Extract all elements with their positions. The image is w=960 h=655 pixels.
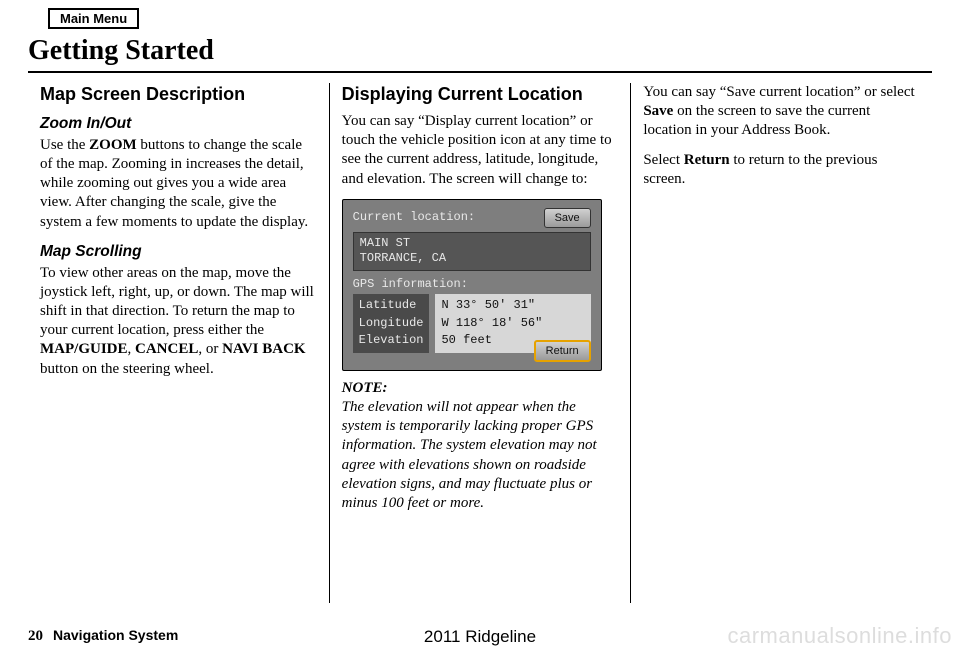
- displaying-current-location-heading: Displaying Current Location: [342, 83, 619, 106]
- model-label: 2011 Ridgeline: [424, 627, 536, 647]
- scroll-paragraph: To view other areas on the map, move the…: [40, 264, 317, 379]
- map-guide-bold: MAP/GUIDE: [40, 341, 128, 357]
- text: button on the steering wheel.: [40, 361, 214, 377]
- text: , or: [198, 341, 222, 357]
- navi-back-bold: NAVI BACK: [222, 341, 306, 357]
- text: ,: [128, 341, 136, 357]
- column-3: You can say “Save current location” or s…: [630, 83, 932, 603]
- address-line-1: MAIN ST: [360, 236, 584, 252]
- return-paragraph: Select Return to return to the previous …: [643, 151, 920, 189]
- columns: Map Screen Description Zoom In/Out Use t…: [28, 83, 932, 603]
- current-location-label: Current location:: [353, 210, 475, 225]
- text: on the screen to save the current locati…: [643, 103, 870, 138]
- longitude-label: Longitude: [359, 315, 424, 332]
- save-bold: Save: [643, 103, 673, 119]
- map-screen-description-heading: Map Screen Description: [40, 83, 317, 106]
- longitude-value: W 118° 18' 56": [441, 315, 584, 332]
- system-label: Navigation System: [53, 627, 178, 643]
- address-panel: MAIN ST TORRANCE, CA: [353, 232, 591, 271]
- page-number: 20: [28, 628, 43, 645]
- note-label: NOTE:: [342, 379, 619, 398]
- title-rule: [28, 71, 932, 73]
- return-button[interactable]: Return: [534, 340, 591, 362]
- note-body: The elevation will not appear when the s…: [342, 398, 619, 513]
- scroll-heading: Map Scrolling: [40, 242, 317, 262]
- return-bold: Return: [684, 152, 730, 168]
- save-paragraph: You can say “Save current location” or s…: [643, 83, 920, 141]
- text: To view other areas on the map, move the…: [40, 265, 314, 339]
- zoom-heading: Zoom In/Out: [40, 114, 317, 134]
- page: Main Menu Getting Started Map Screen Des…: [0, 0, 960, 655]
- elevation-label: Elevation: [359, 332, 424, 349]
- latitude-value: N 33° 50' 31": [441, 297, 584, 314]
- text: Use the: [40, 137, 89, 153]
- gps-information-label: GPS information:: [353, 277, 591, 292]
- main-menu-button[interactable]: Main Menu: [48, 8, 139, 29]
- display-paragraph: You can say “Display current location” o…: [342, 112, 619, 189]
- address-line-2: TORRANCE, CA: [360, 251, 584, 267]
- zoom-paragraph: Use the ZOOM buttons to change the scale…: [40, 136, 317, 232]
- save-button[interactable]: Save: [544, 208, 591, 228]
- footer: 20 Navigation System 2011 Ridgeline: [28, 627, 932, 645]
- zoom-bold: ZOOM: [89, 137, 137, 153]
- cancel-bold: CANCEL: [135, 341, 198, 357]
- nav-screen-illustration: Current location: Save MAIN ST TORRANCE,…: [342, 199, 602, 371]
- latitude-label: Latitude: [359, 297, 424, 314]
- page-title: Getting Started: [28, 35, 932, 67]
- text: Select: [643, 152, 683, 168]
- text: You can say “Save current location” or s…: [643, 84, 914, 100]
- column-1: Map Screen Description Zoom In/Out Use t…: [28, 83, 329, 603]
- gps-labels: Latitude Longitude Elevation: [353, 294, 430, 352]
- column-2: Displaying Current Location You can say …: [329, 83, 631, 603]
- ns-header-row: Current location: Save: [353, 208, 591, 228]
